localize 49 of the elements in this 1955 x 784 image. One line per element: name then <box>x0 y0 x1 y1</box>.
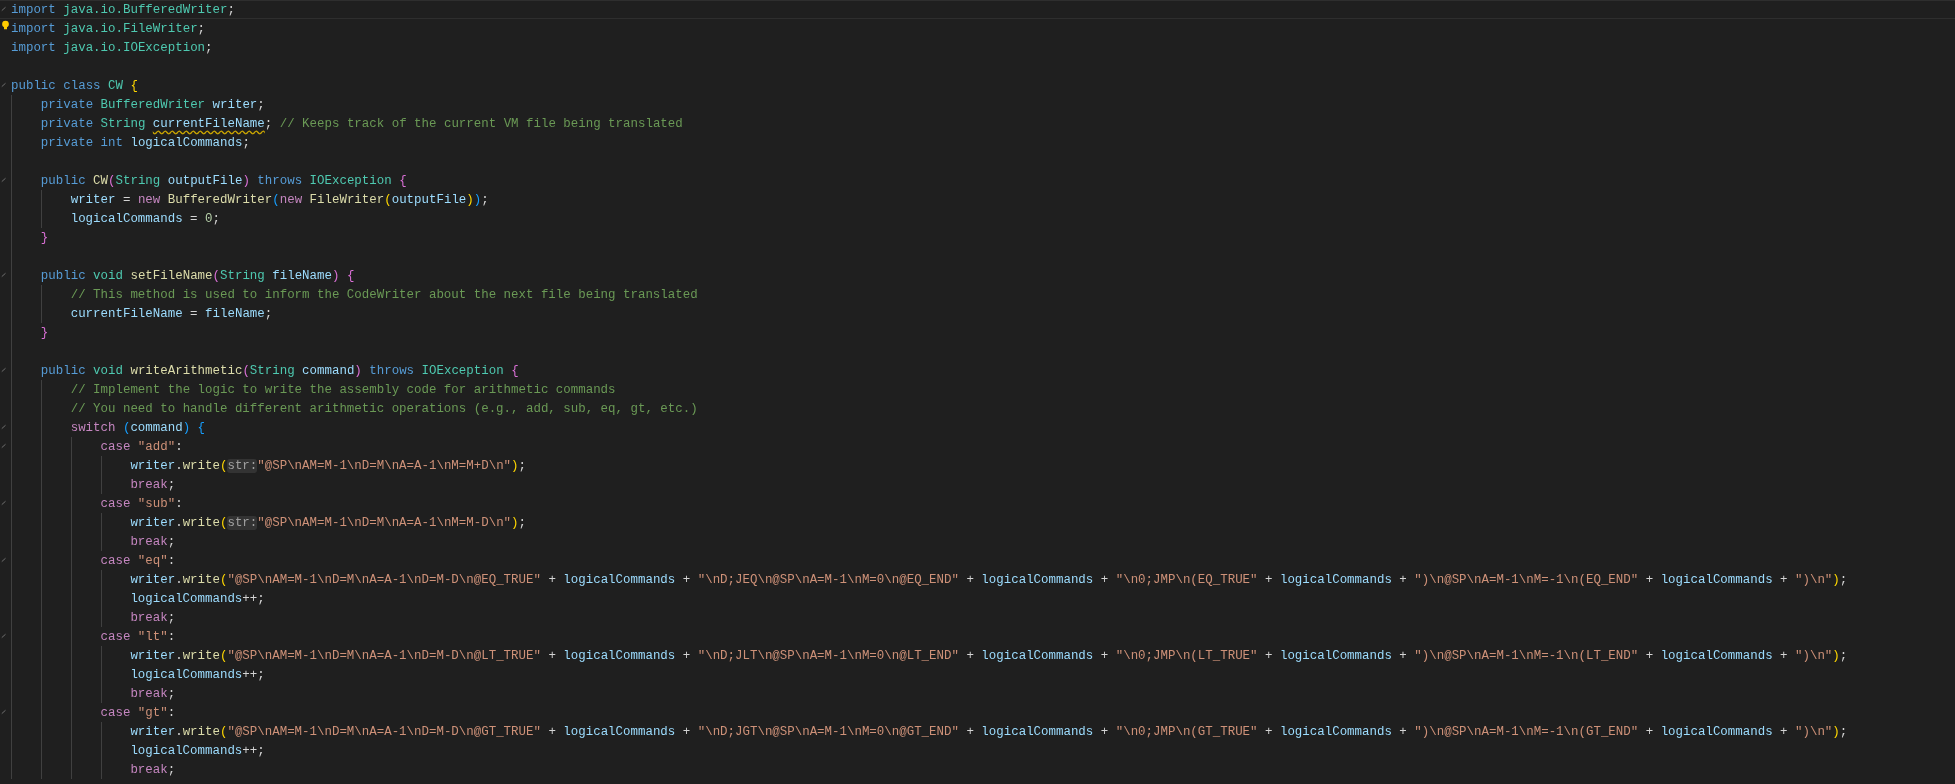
code-line: break; <box>130 610 176 625</box>
fold-chevron-icon[interactable] <box>1 424 7 431</box>
code-line: case "add": <box>100 439 183 454</box>
code-line: break; <box>130 762 176 777</box>
fold-chevron-icon[interactable] <box>1 500 7 507</box>
code-line: case "sub": <box>100 496 183 511</box>
fold-chevron-icon[interactable] <box>1 272 7 279</box>
code-line: logicalCommands++; <box>130 743 265 758</box>
fold-chevron-icon[interactable] <box>1 6 7 13</box>
code-line: writer = new BufferedWriter(new FileWriter(outputFile)); <box>70 192 489 207</box>
code-line: // You need to handle different arithmetic operations (e.g., add, sub, eq, gt, etc.) <box>70 401 698 416</box>
code-line: import java.io.IOException; <box>11 40 213 55</box>
code-line: writer.write(str:"@SP\nAM=M-1\nD=M\nA=A-1\nM=M-D\n"); <box>130 515 526 530</box>
code-line: import java.io.FileWriter; <box>11 21 206 36</box>
code-line: // Implement the logic to write the assembly code for arithmetic commands <box>70 382 616 397</box>
lightbulb-icon[interactable] <box>1 20 10 31</box>
code-line: public void writeArithmetic(String command) throws IOException { <box>40 363 519 378</box>
code-line: writer.write("@SP\nAM=M-1\nD=M\nA=A-1\nD=M-D\n@GT_TRUE" + logicalCommands + "\nD;JGT\n@SP\nA=M-1\nM=0\n@GT_END" + logicalCommands + "\n0;JMP\n(GT_TRUE" + logicalCommands + ")\n@SP\nA=M-1\nM=-1\n(GT_END" + logicalCommands + ")\n"); <box>130 724 1848 739</box>
code-line: logicalCommands++; <box>130 591 265 606</box>
code-line: logicalCommands++; <box>130 667 265 682</box>
code-line: case "gt": <box>100 705 176 720</box>
code-line: } <box>40 325 49 340</box>
code-line: import java.io.BufferedWriter; <box>11 2 235 17</box>
fold-chevron-icon[interactable] <box>1 557 7 564</box>
code-line: logicalCommands = 0; <box>70 211 220 226</box>
fold-chevron-icon[interactable] <box>1 177 7 184</box>
fold-chevron-icon[interactable] <box>1 82 7 89</box>
fold-chevron-icon[interactable] <box>1 443 7 450</box>
code-line: break; <box>130 534 176 549</box>
code-line: break; <box>130 686 176 701</box>
code-line: writer.write(str:"@SP\nAM=M-1\nD=M\nA=A-1\nM=M+D\n"); <box>130 458 526 473</box>
code-line: } <box>40 230 49 245</box>
code-line: private String currentFileName; // Keeps track of the current VM file being translated <box>40 116 683 131</box>
code-line: writer.write("@SP\nAM=M-1\nD=M\nA=A-1\nD=M-D\n@LT_TRUE" + logicalCommands + "\nD;JLT\n@SP\nA=M-1\nM=0\n@LT_END" + logicalCommands + "\n0;JMP\n(LT_TRUE" + logicalCommands + ")\n@SP\nA=M-1\nM=-1\n(LT_END" + logicalCommands + ")\n"); <box>130 648 1848 663</box>
code-line: private BufferedWriter writer; <box>40 97 265 112</box>
code-line: case "eq": <box>100 553 176 568</box>
fold-chevron-icon[interactable] <box>1 367 7 374</box>
code-line: public void setFileName(String fileName) { <box>40 268 355 283</box>
fold-chevron-icon[interactable] <box>1 633 7 640</box>
code-line: public class CW { <box>11 78 138 93</box>
code-line: currentFileName = fileName; <box>70 306 273 321</box>
code-line: public CW(String outputFile) throws IOException { <box>40 173 407 188</box>
fold-chevron-icon[interactable] <box>1 709 7 716</box>
code-line: case "lt": <box>100 629 176 644</box>
code-line: private int logicalCommands; <box>40 135 250 150</box>
code-line: // This method is used to inform the CodeWriter about the next file being translated <box>70 287 698 302</box>
code-line: break; <box>130 477 176 492</box>
code-line: writer.write("@SP\nAM=M-1\nD=M\nA=A-1\nD=M-D\n@EQ_TRUE" + logicalCommands + "\nD;JEQ\n@SP\nA=M-1\nM=0\n@EQ_END" + logicalCommands + "\n0;JMP\n(EQ_TRUE" + logicalCommands + ")\n@SP\nA=M-1\nM=-1\n(EQ_END" + logicalCommands + ")\n"); <box>130 572 1848 587</box>
code-line: switch (command) { <box>70 420 206 435</box>
